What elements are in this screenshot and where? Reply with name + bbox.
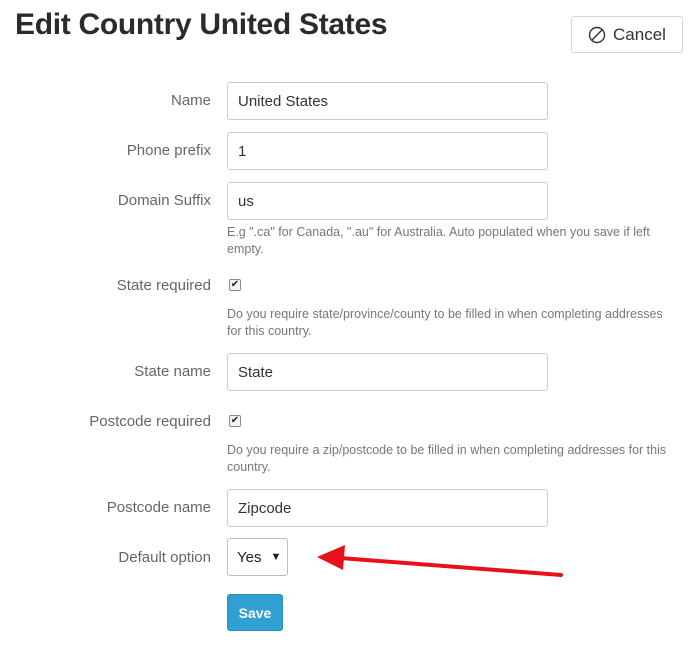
default-option-select[interactable]: Yes ▼: [227, 538, 288, 576]
cancel-label: Cancel: [613, 24, 666, 44]
page-title: Edit Country United States: [15, 8, 388, 41]
phone-prefix-label: Phone prefix: [126, 142, 211, 159]
postcode-name-label: Postcode name: [106, 499, 211, 516]
save-button[interactable]: Save: [227, 594, 283, 631]
default-option-label: Default option: [118, 549, 211, 566]
domain-suffix-input[interactable]: [227, 182, 548, 220]
state-name-input[interactable]: [227, 353, 548, 391]
phone-prefix-input[interactable]: [227, 132, 548, 170]
state-name-label: State name: [134, 363, 211, 380]
cancel-button[interactable]: Cancel: [571, 16, 683, 53]
domain-suffix-label: Domain Suffix: [117, 192, 211, 209]
postcode-required-label: Postcode required: [89, 413, 211, 430]
state-required-help: Do you require state/province/county to …: [227, 307, 663, 338]
ban-icon: [588, 26, 606, 43]
postcode-required-checkbox[interactable]: ✔: [229, 415, 241, 427]
state-required-label: State required: [116, 277, 211, 294]
check-icon: ✔: [230, 279, 240, 290]
default-option-value: Yes: [237, 548, 262, 566]
postcode-name-input[interactable]: [227, 489, 548, 527]
postcode-required-help: Do you require a zip/postcode to be fill…: [227, 443, 667, 474]
name-input[interactable]: [227, 82, 548, 120]
domain-suffix-help: E.g ".ca" for Canada, ".au" for Australi…: [227, 225, 650, 256]
state-required-checkbox[interactable]: ✔: [229, 279, 241, 291]
caret-down-icon: ▼: [270, 551, 282, 563]
name-label: Name: [170, 92, 211, 109]
check-icon: ✔: [230, 415, 240, 426]
